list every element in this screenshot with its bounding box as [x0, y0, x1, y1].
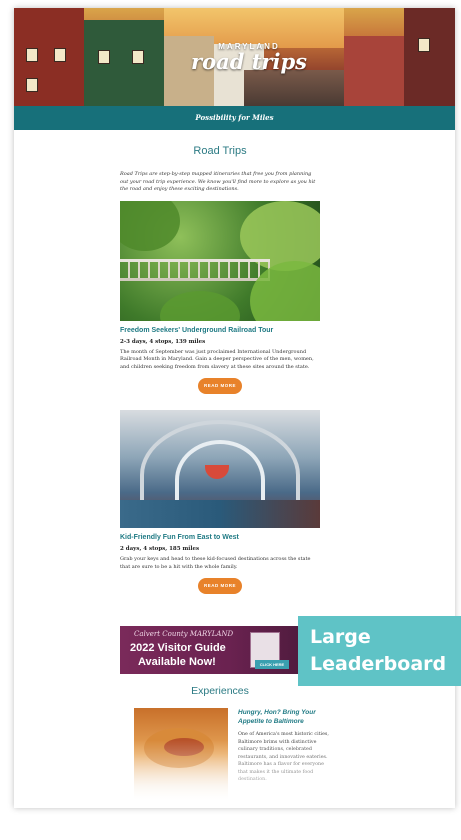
hero-window — [26, 48, 38, 62]
hero-window — [26, 78, 38, 92]
ad-headline: 2022 Visitor Guide — [130, 642, 226, 654]
leaderboard-line1: Large — [310, 626, 371, 648]
hero-window — [54, 48, 66, 62]
foliage — [120, 200, 180, 251]
hero-window — [418, 38, 430, 52]
hero-banner[interactable]: MARYLAND road trips — [14, 8, 455, 106]
experience-headline[interactable]: Hungry, Hon? Bring Your Appetite to Balt… — [238, 709, 334, 726]
card-meta: 2-3 days, 4 stops, 139 miles — [120, 338, 206, 345]
section-title: Road Trips — [193, 145, 247, 157]
leaderboard-line2: Leaderboard — [310, 653, 447, 675]
hero-logo: MARYLAND road trips — [174, 42, 324, 73]
card-description: Grab your keys and head to these kid-foc… — [120, 556, 311, 570]
card-title[interactable]: Freedom Seekers' Underground Railroad To… — [120, 327, 320, 334]
hero-window — [132, 50, 144, 64]
card-photo-bridge[interactable] — [120, 200, 320, 321]
card-meta: 2 days, 4 stops, 185 miles — [120, 546, 200, 552]
ad-subheadline: Available Now! — [138, 656, 216, 668]
experiences-title: Experiences — [191, 685, 249, 697]
bottom-fade — [14, 740, 455, 808]
hero-building — [344, 36, 404, 106]
read-more-button[interactable]: READ MORE — [198, 578, 242, 594]
read-more-button[interactable]: READ MORE — [198, 378, 242, 394]
card-title[interactable]: Kid-Friendly Fun From East to West — [120, 534, 320, 541]
hero-street — [244, 70, 354, 106]
section-intro: Road Trips are step-by-step mapped itine… — [120, 171, 316, 192]
ad-click-button[interactable]: CLICK HERE — [255, 660, 289, 669]
visitor-guide-ad[interactable]: Calvert County MARYLAND 2022 Visitor Gui… — [120, 626, 318, 674]
tagline-bar: Possibility for Miles — [14, 106, 455, 130]
bridge-railing — [120, 258, 270, 281]
card-photo-museum[interactable] — [120, 410, 320, 528]
hero-building — [404, 8, 455, 106]
atrium-floor — [120, 500, 320, 528]
foliage — [160, 290, 240, 321]
card-description: The month of September was just proclaim… — [120, 348, 314, 370]
large-leaderboard-label: Large Leaderboard — [298, 616, 461, 686]
hero-window — [98, 50, 110, 64]
ad-brand: Calvert County MARYLAND — [134, 630, 234, 638]
hero-building — [14, 8, 84, 106]
hero-building — [84, 20, 164, 106]
road-trips-section: Road Trips Road Trips are step-by-step m… — [120, 145, 320, 594]
hero-title: road trips — [191, 49, 307, 74]
